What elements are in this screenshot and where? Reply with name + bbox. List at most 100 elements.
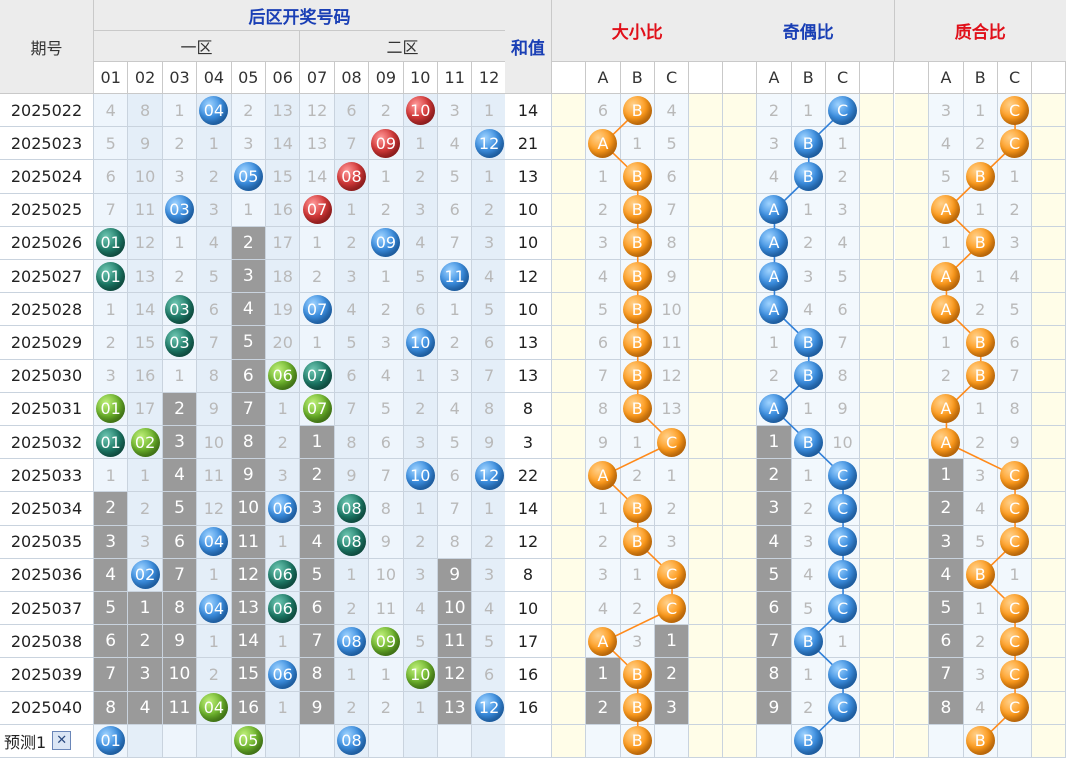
prime-cell: [1032, 625, 1066, 659]
parity-forecast-cell[interactable]: [757, 724, 792, 758]
number-cell: 3: [403, 193, 438, 227]
number-cell: 6: [334, 359, 370, 393]
number-cell: 10: [403, 658, 438, 692]
number-cell: 6: [472, 326, 507, 360]
prime-forecast-cell[interactable]: [997, 724, 1033, 758]
forecast-number-cell[interactable]: 08: [334, 724, 370, 758]
size-forecast-marker[interactable]: B: [622, 726, 652, 756]
size-cell: 2: [586, 525, 621, 559]
sum-cell: 16: [505, 691, 552, 725]
parity-cell: B: [791, 127, 826, 161]
parity-cell: A: [757, 193, 792, 227]
close-icon[interactable]: ✕: [52, 731, 72, 751]
number-cell: 1: [334, 193, 370, 227]
zone1-header: 一区: [94, 31, 300, 62]
prime-forecast-cell[interactable]: [929, 724, 964, 758]
size-cell: [689, 592, 724, 626]
number-cell: 1: [94, 293, 129, 327]
sum-cell: 10: [505, 193, 552, 227]
forecast-number-cell[interactable]: [128, 724, 163, 758]
forecast-number-cell[interactable]: [438, 724, 473, 758]
parity-marker: B: [793, 626, 823, 656]
parity-cell: 4: [791, 558, 826, 592]
number-header: 07: [300, 62, 335, 94]
size-forecast-cell[interactable]: [552, 724, 587, 758]
prime-forecast-cell[interactable]: [895, 724, 930, 758]
number-cell: 10: [403, 459, 438, 493]
number-cell: 2: [162, 127, 198, 161]
prime-forecast-cell[interactable]: B: [963, 724, 998, 758]
drawn-ball: 03: [164, 195, 194, 225]
prime-forecast-marker[interactable]: B: [965, 726, 995, 756]
forecast-number-cell[interactable]: [403, 724, 438, 758]
forecast-number-cell[interactable]: [369, 724, 404, 758]
number-cell: 12: [300, 94, 335, 128]
parity-cell: 5: [825, 260, 861, 294]
prime-cell: [1032, 293, 1066, 327]
prime-cell: [895, 625, 930, 659]
parity-marker: B: [793, 128, 823, 158]
prime-marker: B: [965, 361, 995, 391]
prime-forecast-cell[interactable]: [1032, 724, 1066, 758]
size-marker: B: [622, 195, 652, 225]
forecast-number-cell[interactable]: [300, 724, 335, 758]
prime-cell: 1: [929, 226, 964, 260]
forecast-ball[interactable]: 05: [233, 726, 263, 756]
size-cell: 6: [654, 160, 690, 194]
parity-forecast-cell[interactable]: [825, 724, 861, 758]
size-cell: B: [620, 525, 655, 559]
size-cell: [552, 592, 587, 626]
parity-forecast-marker[interactable]: B: [793, 726, 823, 756]
parity-cell: B: [791, 359, 826, 393]
number-cell: 11: [369, 592, 404, 626]
prime-cell: 8: [997, 392, 1033, 426]
number-cell: 13: [438, 691, 473, 725]
prime-cell: 8: [929, 691, 964, 725]
parity-forecast-cell[interactable]: [723, 724, 758, 758]
prime-marker: C: [1000, 659, 1030, 689]
number-cell: 1: [94, 459, 129, 493]
number-cell: 1: [369, 160, 404, 194]
forecast-number-cell[interactable]: [266, 724, 301, 758]
parity-cell: C: [825, 658, 861, 692]
parity-cell: A: [757, 226, 792, 260]
number-cell: 2: [162, 392, 198, 426]
forecast-number-cell[interactable]: 01: [94, 724, 129, 758]
size-forecast-cell[interactable]: B: [620, 724, 655, 758]
forecast-number-cell[interactable]: [197, 724, 232, 758]
prime-cell: [895, 359, 930, 393]
drawn-ball: 07: [302, 361, 332, 391]
number-cell: 2: [128, 625, 163, 659]
size-cell: [689, 260, 724, 294]
parity-cell: 5: [791, 592, 826, 626]
parity-forecast-cell[interactable]: [860, 724, 895, 758]
prime-marker: C: [1000, 593, 1030, 623]
number-cell: 9: [300, 691, 335, 725]
forecast-number-cell[interactable]: 05: [231, 724, 266, 758]
size-forecast-cell[interactable]: [689, 724, 724, 758]
size-forecast-cell[interactable]: [654, 724, 690, 758]
parity-cell: 2: [757, 359, 792, 393]
size-cell: [552, 260, 587, 294]
size-cell: [552, 293, 587, 327]
prime-cell: 4: [929, 127, 964, 161]
sum-header: 和值: [505, 0, 552, 94]
number-cell: 5: [197, 260, 232, 294]
number-cell: 9: [438, 558, 473, 592]
forecast-number-cell[interactable]: [472, 724, 507, 758]
size-forecast-cell[interactable]: [586, 724, 621, 758]
parity-forecast-cell[interactable]: B: [791, 724, 826, 758]
number-cell: 17: [266, 226, 301, 260]
forecast-ball[interactable]: 01: [96, 726, 126, 756]
prime-marker: A: [931, 394, 961, 424]
forecast-number-cell[interactable]: [162, 724, 198, 758]
size-cell: [689, 226, 724, 260]
size-cell: [689, 492, 724, 526]
prime-cell: [895, 260, 930, 294]
forecast-ball[interactable]: 08: [336, 726, 366, 756]
number-cell: 3: [94, 359, 129, 393]
prime-cell: C: [997, 459, 1033, 493]
parity-cell: C: [825, 691, 861, 725]
number-cell: 10: [403, 94, 438, 128]
size-cell: [552, 160, 587, 194]
